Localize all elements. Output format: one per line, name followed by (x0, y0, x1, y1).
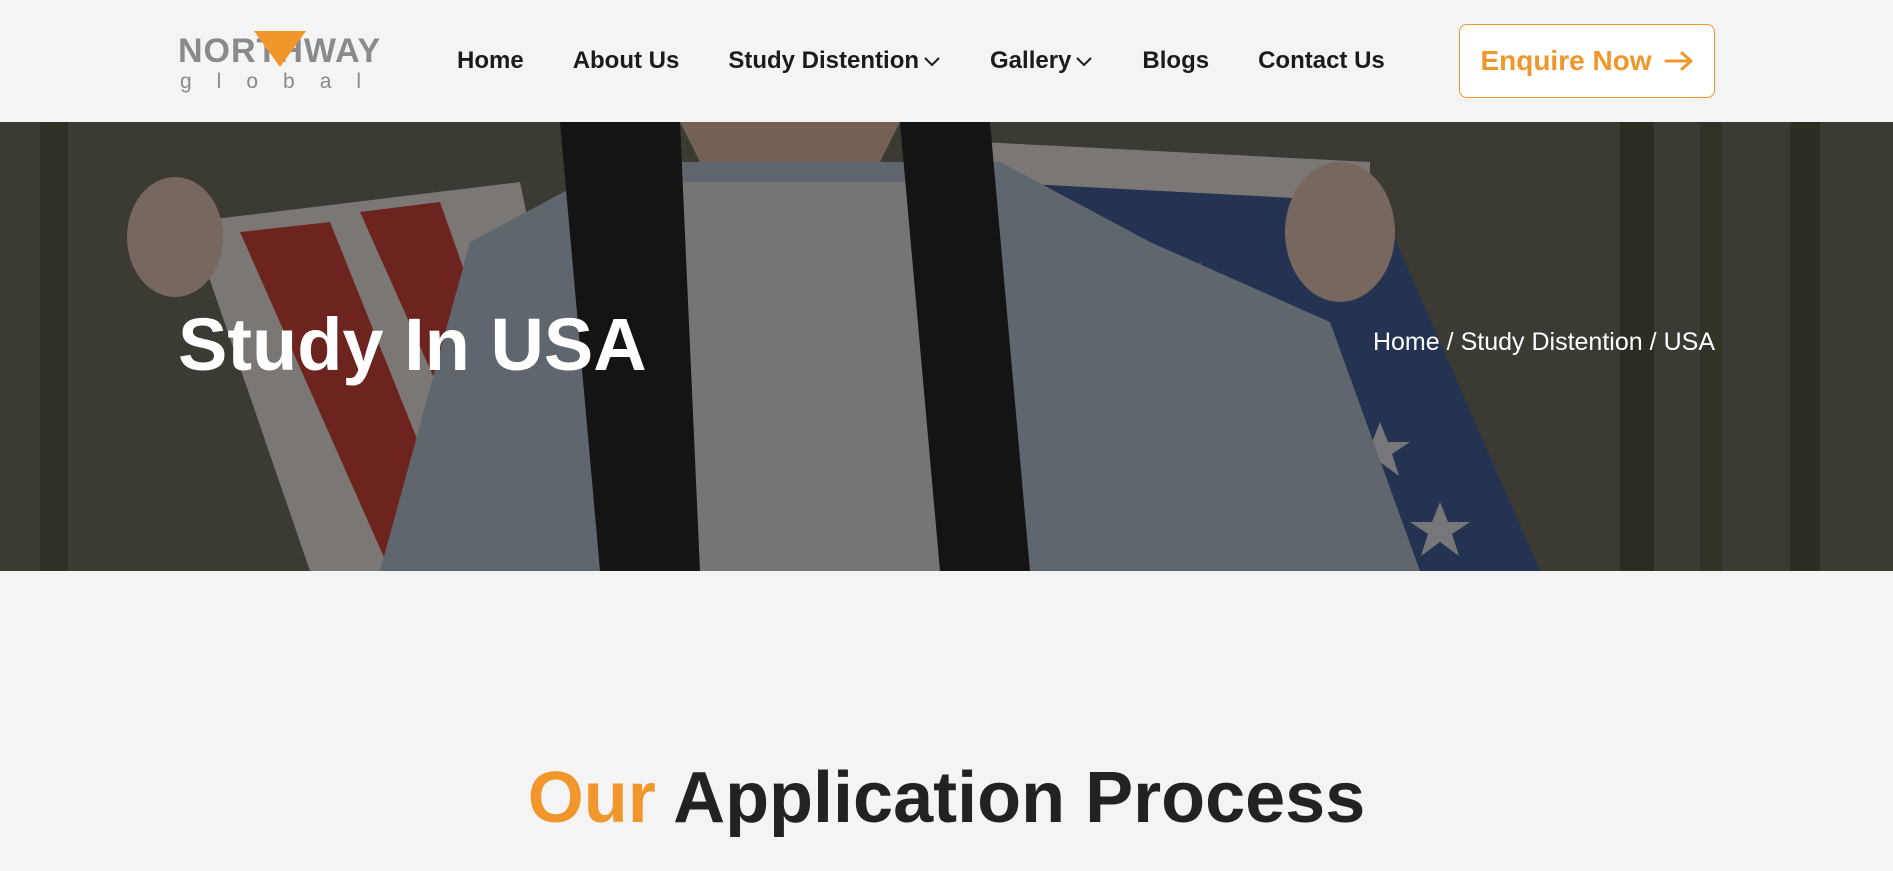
breadcrumb-current: USA (1663, 328, 1715, 356)
page-title: Study In USA (178, 303, 647, 386)
nav-item-about-us[interactable]: About Us (573, 47, 680, 75)
section-heading: Our Application Process (0, 762, 1893, 834)
breadcrumb-separator: / (1446, 328, 1454, 356)
main-nav: Home About Us Study Distention Gallery B… (457, 44, 1434, 78)
nav-item-label: Blogs (1142, 47, 1210, 74)
arrow-right-icon (1664, 50, 1694, 72)
nav-item-gallery[interactable]: Gallery (990, 47, 1093, 75)
enquire-now-button[interactable]: Enquire Now (1459, 24, 1715, 98)
brand-logo[interactable]: NORTHWAY global (178, 28, 398, 94)
nav-item-home[interactable]: Home (457, 47, 524, 75)
breadcrumb-separator: / (1649, 328, 1657, 356)
chevron-down-icon (923, 55, 941, 67)
nav-item-label: Gallery (990, 47, 1072, 74)
nav-item-study-distention[interactable]: Study Distention (728, 47, 941, 75)
breadcrumb: Home / Study Distention / USA (1373, 328, 1715, 357)
page-hero-banner: Study In USA Home / Study Distention / U… (0, 122, 1893, 571)
nav-item-label: Home (457, 47, 524, 74)
section-heading-accent: Our (527, 758, 656, 838)
logo-triangle-icon (254, 31, 306, 67)
nav-item-label: Contact Us (1258, 47, 1385, 74)
logo-tagline: global (180, 70, 387, 93)
site-header: NORTHWAY global Home About Us Study Dist… (0, 0, 1893, 122)
breadcrumb-home[interactable]: Home (1373, 328, 1440, 357)
nav-item-blogs[interactable]: Blogs (1142, 47, 1209, 75)
chevron-down-icon (1075, 55, 1093, 67)
nav-item-label: Study Distention (728, 47, 920, 74)
breadcrumb-study-distention[interactable]: Study Distention (1461, 328, 1643, 357)
nav-item-contact-us[interactable]: Contact Us (1258, 47, 1385, 75)
section-heading-text: Application Process (673, 758, 1366, 838)
nav-item-label: About Us (572, 47, 680, 74)
enquire-now-label: Enquire Now (1480, 45, 1652, 76)
